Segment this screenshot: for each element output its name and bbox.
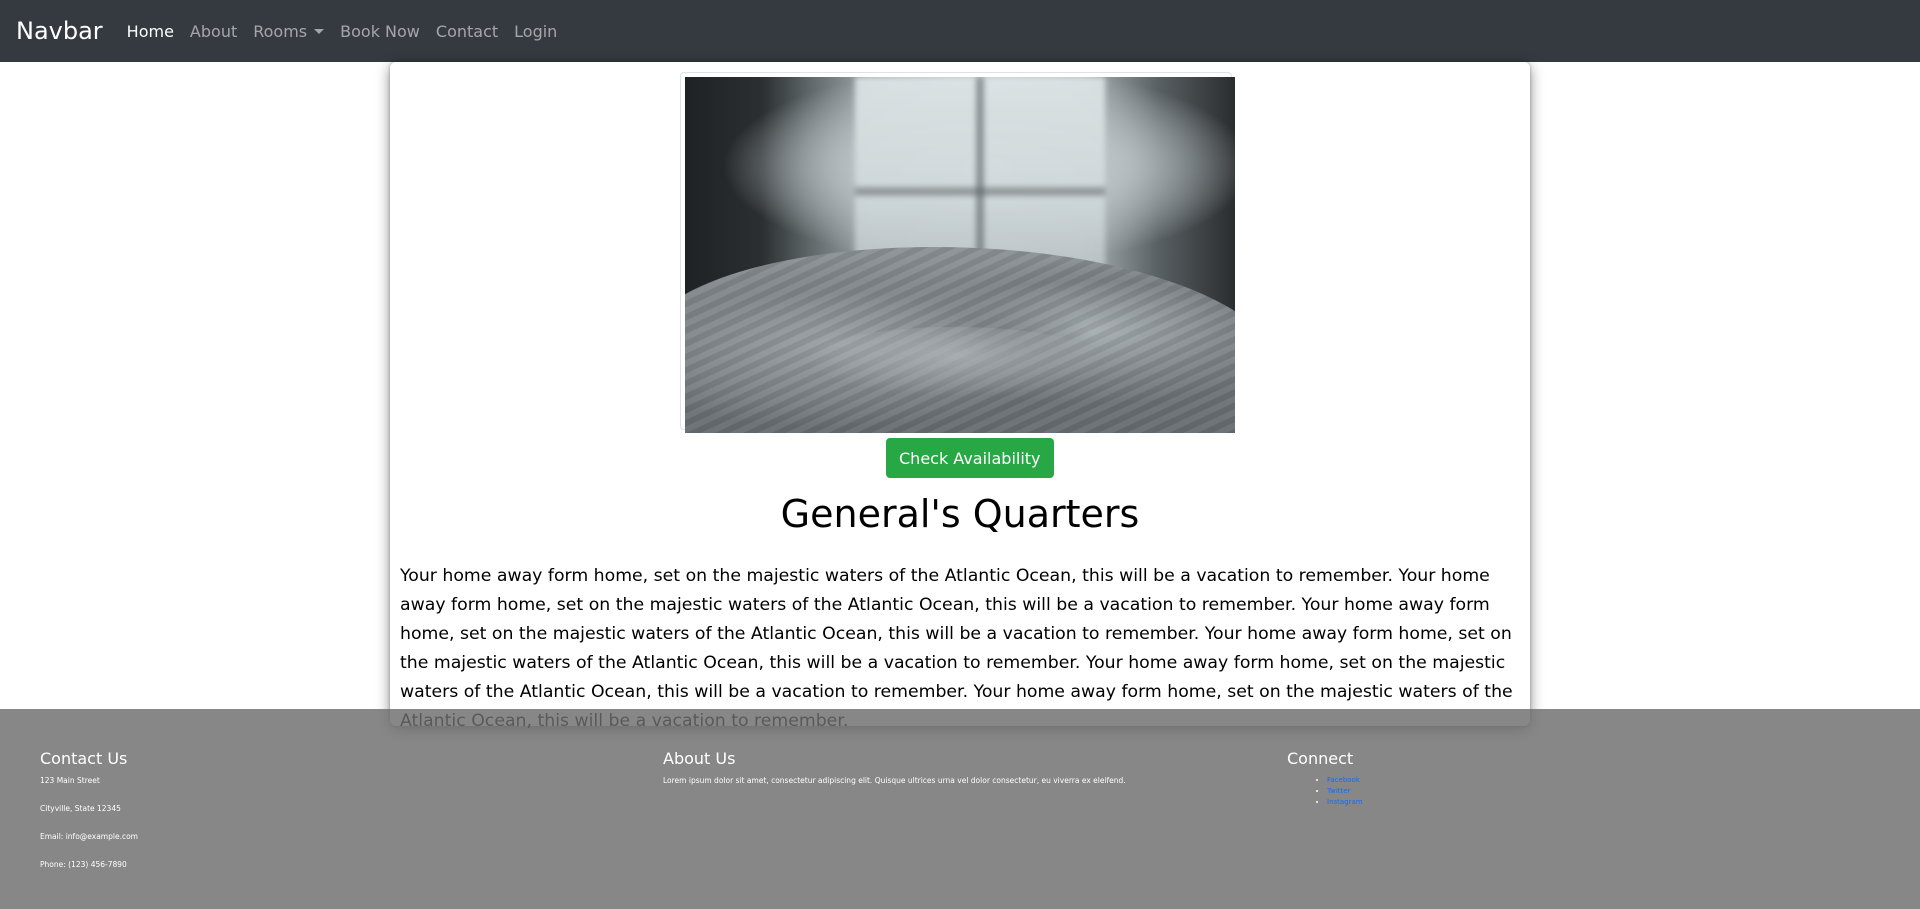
nav-link-contact[interactable]: Contact <box>436 22 498 41</box>
instagram-link[interactable]: Instagram <box>1327 798 1363 806</box>
facebook-link[interactable]: Facebook <box>1327 776 1360 784</box>
footer-email-line: Email: info@example.com <box>40 832 138 841</box>
navbar-brand[interactable]: Navbar <box>16 17 103 45</box>
nav-link-login[interactable]: Login <box>514 22 557 41</box>
twitter-link[interactable]: Twitter <box>1327 787 1350 795</box>
footer: Contact Us 123 Main Street Cityville, St… <box>0 709 1920 909</box>
room-card: Check Availability General's Quarters Yo… <box>390 62 1530 731</box>
nav-link-book-now[interactable]: Book Now <box>340 22 420 41</box>
sheet-fold-graphic <box>805 327 1105 397</box>
footer-city-line: Cityville, State 12345 <box>40 804 121 813</box>
footer-contact-heading: Contact Us <box>40 749 128 768</box>
room-title: General's Quarters <box>780 492 1140 536</box>
list-item: Facebook <box>1327 776 1363 784</box>
footer-about-heading: About Us <box>663 749 736 768</box>
footer-contact-section: Contact Us 123 Main Street Cityville, St… <box>40 749 138 888</box>
footer-about-section: About Us Lorem ipsum dolor sit amet, con… <box>663 749 1126 804</box>
list-item: Instagram <box>1327 798 1363 806</box>
nav-link-rooms-dropdown[interactable]: Rooms <box>253 21 325 41</box>
footer-phone-line: Phone: (123) 456-7890 <box>40 860 127 869</box>
room-image-frame <box>680 72 1235 433</box>
footer-connect-heading: Connect <box>1287 749 1354 768</box>
navbar: Navbar Home About Rooms Book Now Contact… <box>0 0 1920 62</box>
footer-about-text: Lorem ipsum dolor sit amet, consectetur … <box>663 776 1126 785</box>
list-item: Twitter <box>1327 787 1363 795</box>
check-availability-button[interactable]: Check Availability <box>886 438 1054 478</box>
nav-link-about[interactable]: About <box>190 22 237 41</box>
footer-address-line: 123 Main Street <box>40 776 100 785</box>
nav-link-home[interactable]: Home <box>127 22 174 41</box>
footer-social-list: Facebook Twitter Instagram <box>1287 776 1363 806</box>
caret-down-icon <box>314 28 325 34</box>
nav-link-rooms-label: Rooms <box>253 21 308 41</box>
room-image <box>685 77 1235 433</box>
footer-connect-section: Connect Facebook Twitter Instagram <box>1287 749 1363 809</box>
